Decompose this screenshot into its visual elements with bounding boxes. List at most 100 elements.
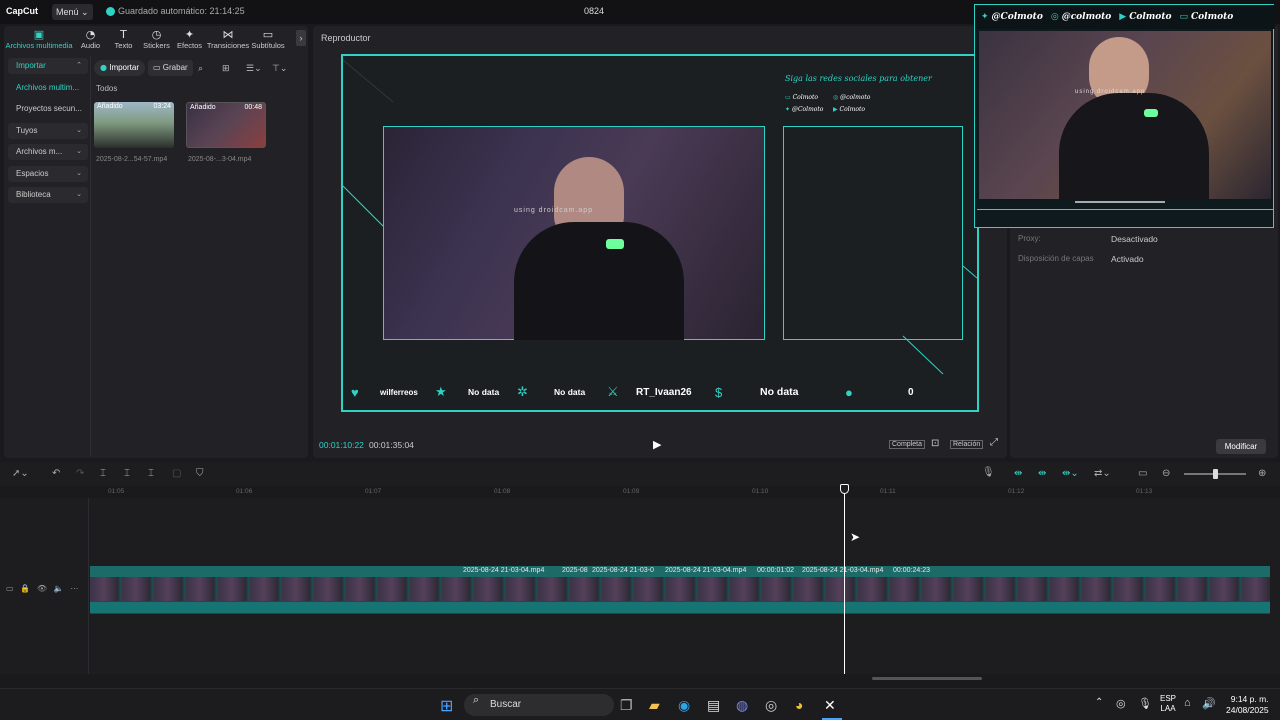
chevron-down-icon: ⌄: [76, 169, 82, 177]
empty-frame: [783, 126, 963, 340]
grid-view-icon[interactable]: ⊞: [222, 63, 230, 74]
full-quality-button[interactable]: Completa: [889, 440, 925, 449]
fullscreen-icon[interactable]: ⤢: [990, 437, 998, 448]
tabs-scroll-button[interactable]: ›: [296, 30, 306, 46]
edge-icon[interactable]: ◉: [678, 697, 690, 714]
discord-icon[interactable]: ◍: [736, 697, 748, 714]
clip-label: 2025-08-24 21-03-04.mp4: [665, 567, 747, 574]
social-title: Siga las redes sociales para obtener: [785, 74, 932, 83]
snapshot-icon[interactable]: ⊡: [931, 438, 939, 449]
moneybag-icon: ●: [845, 384, 853, 400]
shield-icon[interactable]: ⛉: [196, 468, 204, 479]
ruler-label: 01:13: [1136, 488, 1153, 495]
tab-text[interactable]: T Texto: [107, 26, 140, 52]
filter-icon[interactable]: ⊤⌄: [272, 63, 287, 74]
obs-icon[interactable]: ◎: [765, 697, 777, 714]
clip-label: 2025-08: [562, 567, 588, 574]
clip-label: 2025-08-24 21-03-0: [592, 567, 654, 574]
eye-icon[interactable]: 👁: [37, 585, 47, 593]
chevron-up-icon: ⌃: [76, 62, 82, 69]
undo-icon[interactable]: ↶: [52, 468, 60, 479]
microphone-icon[interactable]: 🎙: [1138, 697, 1152, 710]
sidebar-label: Espacios: [16, 168, 49, 178]
more-icon[interactable]: ⋯: [70, 585, 78, 593]
split-icon[interactable]: ⌶: [100, 468, 106, 479]
zoom-slider-handle[interactable]: [1213, 469, 1218, 479]
sidebar-item-spaces[interactable]: Espacios ⌄: [8, 165, 88, 182]
sidebar-item-import[interactable]: Importar ⌃: [8, 58, 88, 74]
chevron-up-icon[interactable]: ⌃: [1095, 697, 1103, 708]
windows-start-icon[interactable]: ⊞: [440, 696, 453, 716]
language-indicator[interactable]: ESP LAA: [1160, 694, 1176, 714]
caption-icon[interactable]: ▭: [1138, 468, 1147, 479]
modify-button[interactable]: Modificar: [1216, 439, 1266, 454]
zoom-out-icon[interactable]: ⊖: [1162, 468, 1170, 479]
playhead[interactable]: [844, 484, 845, 674]
redo-icon[interactable]: ↷: [76, 468, 84, 479]
microphone-icon[interactable]: 🎙: [982, 467, 995, 478]
preview-axis-icon[interactable]: ⇹⌄: [1062, 468, 1079, 479]
search-icon[interactable]: ⌕: [198, 63, 203, 74]
preview-canvas[interactable]: Siga las redes sociales para obtener ▭ C…: [341, 54, 979, 412]
volume-icon[interactable]: 🔊: [1202, 697, 1216, 710]
store-icon[interactable]: ▤: [707, 697, 720, 714]
sidebar-item-media-files-2[interactable]: Archivos m... ⌄: [8, 144, 88, 160]
play-button[interactable]: ▶: [653, 438, 661, 451]
split-right-icon[interactable]: ⌶: [148, 468, 154, 479]
capcut-icon[interactable]: ✕: [824, 697, 836, 714]
task-view-icon[interactable]: ❐: [620, 697, 633, 714]
chevron-down-icon: ⌄: [81, 8, 89, 18]
select-tool-icon[interactable]: ➚⌄: [12, 468, 29, 479]
tab-media[interactable]: ▣ Archivos multimedia: [4, 26, 74, 52]
twitter-icon: ✦: [981, 12, 989, 22]
menu-button[interactable]: Menú ⌄: [52, 4, 93, 20]
tab-effects[interactable]: ✦ Efectos: [173, 26, 206, 52]
media-panel: ▣ Archivos multimedia ◔ Audio T Texto ◷ Stic…: [4, 26, 308, 458]
import-button[interactable]: ● Importar: [94, 60, 146, 76]
link-icon[interactable]: ⇹: [1038, 468, 1046, 479]
lock-icon[interactable]: 🔒: [20, 585, 30, 593]
timeline-scrollbar[interactable]: [872, 677, 982, 680]
speaker-icon[interactable]: 🔈: [54, 585, 64, 593]
tab-stickers[interactable]: ◷ Stickers: [140, 26, 173, 52]
video-track[interactable]: 2025-08-24 21-03-04.mp4 2025-08 2025-08-…: [90, 566, 1270, 614]
zoom-in-icon[interactable]: ⊕: [1258, 468, 1266, 479]
social-instagram: ◎ @colmoto: [833, 94, 870, 101]
overlay-social: ◎ @colmoto: [1051, 12, 1111, 22]
sidebar-label: Tuyos: [16, 125, 38, 135]
layers-value[interactable]: Activado: [1111, 254, 1144, 264]
sidebar-item-library[interactable]: Biblioteca ⌄: [8, 187, 88, 203]
taskbar-clock[interactable]: 9:14 p. m. 24/08/2025: [1226, 694, 1269, 716]
chrome-icon[interactable]: ◕: [795, 697, 803, 713]
file-explorer-icon[interactable]: ▰: [649, 697, 660, 714]
sidebar-item-yours[interactable]: Tuyos ⌄: [8, 122, 88, 139]
added-badge: Añadido: [190, 104, 216, 111]
ratio-button[interactable]: Relación: [950, 440, 984, 449]
record-button[interactable]: ▭ Grabar: [148, 60, 193, 76]
sidebar-item-media-files[interactable]: Archivos multim...: [8, 80, 88, 96]
snap-icon[interactable]: ⇄⌄: [1094, 468, 1111, 479]
cover-icon[interactable]: ▭: [6, 585, 14, 593]
obs-tray-icon[interactable]: ◎: [1116, 697, 1126, 710]
proxy-value[interactable]: Desactivado: [1111, 234, 1158, 244]
clip-label: 00:00:01:02: [757, 567, 794, 574]
split-left-icon[interactable]: ⌶: [124, 468, 130, 479]
timeline-ruler[interactable]: 01:05 01:06 01:07 01:08 01:09 01:10 01:1…: [90, 484, 1280, 498]
network-icon[interactable]: ⌂: [1184, 697, 1191, 709]
tab-subtitles[interactable]: ▭ Subtítulos: [250, 26, 286, 52]
sidebar-item-secondary-projects[interactable]: Proyectos secun...: [8, 101, 88, 117]
tab-transitions[interactable]: ⋈ Transiciones: [206, 26, 250, 52]
tab-label: Stickers: [143, 41, 170, 50]
ruler-label: 01:06: [236, 488, 253, 495]
magnet-icon[interactable]: ⇹: [1014, 468, 1022, 479]
media-thumbnail[interactable]: Añadido 03:24: [94, 102, 174, 148]
instagram-icon: ◎: [1050, 12, 1059, 22]
playhead-handle[interactable]: [840, 484, 849, 494]
project-title: 0824: [584, 6, 605, 16]
delete-icon[interactable]: ▢: [172, 468, 181, 479]
media-thumbnail[interactable]: Añadido 00:48: [186, 102, 266, 148]
lang-code: ESP: [1160, 694, 1177, 703]
tab-audio[interactable]: ◔ Audio: [74, 26, 107, 52]
sort-icon[interactable]: ☰⌄: [246, 63, 262, 74]
taskbar-search[interactable]: ⌕ Buscar: [464, 694, 614, 716]
